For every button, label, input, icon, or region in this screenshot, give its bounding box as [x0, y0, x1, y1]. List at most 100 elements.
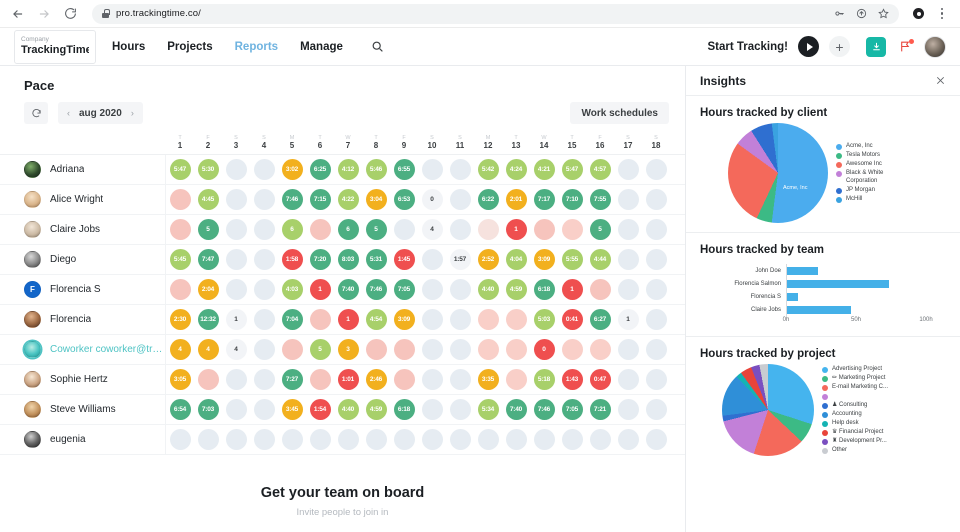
month-picker[interactable]: ‹ aug 2020 › [58, 102, 143, 124]
hours-dot[interactable] [169, 219, 191, 240]
member-name-cell[interactable]: Sophie Hertz [0, 364, 166, 395]
hours-dot[interactable]: 4:59 [365, 399, 387, 420]
hours-dot[interactable]: 5 [197, 219, 219, 240]
hours-dot[interactable]: 6:54 [169, 399, 191, 420]
work-schedules-button[interactable]: Work schedules [570, 102, 669, 124]
search-icon[interactable] [371, 40, 384, 53]
hours-dot[interactable] [589, 339, 611, 360]
hours-dot[interactable]: 7:05 [393, 279, 415, 300]
hours-dot[interactable]: 3:09 [393, 309, 415, 330]
close-icon[interactable] [935, 75, 946, 86]
hours-dot[interactable]: 7:05 [561, 399, 583, 420]
hours-dot[interactable]: 4 [169, 339, 191, 360]
member-name-cell[interactable]: F Florencia S [0, 274, 166, 305]
table-row[interactable]: Sophie Hertz 3:05 7:27 1:01 2:46 3:35 5:18 1:43… [0, 364, 685, 395]
legend-item[interactable]: ♜ Development Pr... [822, 438, 888, 446]
back-arrow-icon[interactable] [10, 6, 26, 22]
project-pie-chart[interactable] [722, 364, 814, 456]
hours-dot[interactable]: 4:45 [197, 189, 219, 210]
hours-dot[interactable]: 4:57 [589, 159, 611, 180]
nav-item-hours[interactable]: Hours [112, 41, 145, 53]
nav-item-manage[interactable]: Manage [300, 41, 343, 53]
bar-fill[interactable] [787, 292, 799, 301]
hours-dot[interactable]: 6:27 [589, 309, 611, 330]
table-row[interactable]: Florencia 2:30 12:32 1 7:04 1 4:54 3:09 5:03 0:41… [0, 304, 685, 335]
hours-dot[interactable]: 2:30 [169, 309, 191, 330]
hours-dot[interactable] [505, 369, 527, 390]
hours-dot[interactable]: 5 [589, 219, 611, 240]
nav-item-reports[interactable]: Reports [235, 41, 278, 53]
hours-dot[interactable]: 6 [281, 219, 303, 240]
hours-dot[interactable]: 4:22 [337, 189, 359, 210]
nav-item-projects[interactable]: Projects [167, 41, 212, 53]
hours-dot[interactable] [561, 339, 583, 360]
hours-dot[interactable]: 4:40 [337, 399, 359, 420]
start-timer-button[interactable] [798, 36, 819, 57]
legend-item[interactable] [822, 393, 888, 400]
hours-dot[interactable]: 5:31 [365, 249, 387, 270]
hours-dot[interactable]: 1 [505, 219, 527, 240]
hours-dot[interactable]: 1:43 [561, 369, 583, 390]
hours-dot[interactable]: 5 [309, 339, 331, 360]
hours-dot[interactable] [309, 309, 331, 330]
hours-dot[interactable]: 7:21 [589, 399, 611, 420]
hours-dot[interactable]: 5:55 [561, 249, 583, 270]
hours-dot[interactable]: 7:04 [281, 309, 303, 330]
legend-item[interactable]: ♛ Financial Project [822, 429, 888, 437]
hours-dot[interactable]: 4:04 [505, 249, 527, 270]
forward-arrow-icon[interactable] [36, 6, 52, 22]
member-name-cell[interactable]: Florencia [0, 304, 166, 335]
hours-dot[interactable] [197, 369, 219, 390]
hours-dot[interactable]: 3:45 [281, 399, 303, 420]
hours-dot[interactable]: 5:46 [365, 159, 387, 180]
hours-dot[interactable]: 5:34 [477, 399, 499, 420]
legend-item[interactable]: Help desk [822, 420, 888, 428]
hours-dot[interactable]: 6:53 [393, 189, 415, 210]
hours-dot[interactable]: 1:01 [337, 369, 359, 390]
legend-item[interactable]: Other [822, 447, 888, 455]
hours-dot[interactable]: 5:47 [561, 159, 583, 180]
hours-dot[interactable]: 4:40 [477, 279, 499, 300]
refresh-button[interactable] [24, 102, 48, 124]
member-name-cell[interactable]: Claire Jobs [0, 214, 166, 245]
hours-dot[interactable] [561, 219, 583, 240]
hours-dot[interactable]: 2:01 [505, 189, 527, 210]
hours-dot[interactable]: 1:45 [393, 249, 415, 270]
hours-dot[interactable]: 1 [225, 309, 247, 330]
hours-dot[interactable]: 0 [533, 339, 555, 360]
bar-fill[interactable] [787, 266, 818, 275]
hours-dot[interactable] [477, 219, 499, 240]
member-name-cell[interactable]: Steve Williams [0, 394, 166, 425]
share-icon[interactable] [856, 8, 867, 19]
hours-dot[interactable]: 7:46 [533, 399, 555, 420]
hours-dot[interactable]: 1:54 [309, 399, 331, 420]
hours-dot[interactable]: 7:55 [589, 189, 611, 210]
hours-dot[interactable]: 7:46 [365, 279, 387, 300]
hours-dot[interactable]: 4:54 [365, 309, 387, 330]
hours-dot[interactable] [505, 309, 527, 330]
hours-dot[interactable]: 3 [337, 339, 359, 360]
hours-dot[interactable]: 3:04 [365, 189, 387, 210]
hours-dot[interactable]: 1 [337, 309, 359, 330]
hours-dot[interactable]: 4 [197, 339, 219, 360]
hours-dot[interactable]: 3:35 [477, 369, 499, 390]
hours-dot[interactable] [477, 339, 499, 360]
bar-fill[interactable] [787, 305, 851, 314]
hours-dot[interactable]: 3:09 [533, 249, 555, 270]
hours-dot[interactable]: 0:41 [561, 309, 583, 330]
next-month-button[interactable]: › [131, 108, 134, 118]
member-name-cell[interactable]: Coworker coworker@trac... [0, 334, 166, 365]
hours-dot[interactable]: 7:47 [197, 249, 219, 270]
bar-fill[interactable] [787, 279, 889, 288]
client-pie-chart[interactable]: Acme, Inc [728, 123, 828, 223]
extension-icon[interactable] [913, 8, 924, 19]
hours-dot[interactable]: 7:10 [561, 189, 583, 210]
hours-dot[interactable]: 1 [561, 279, 583, 300]
table-row[interactable]: Coworker coworker@trac... 4 4 4 5 3 0 [0, 334, 685, 365]
hours-dot[interactable]: 5:30 [197, 159, 219, 180]
hours-dot[interactable]: 1 [617, 309, 639, 330]
hours-dot[interactable]: 0:47 [589, 369, 611, 390]
hours-dot[interactable] [309, 219, 331, 240]
hours-dot[interactable]: 7:46 [281, 189, 303, 210]
hours-dot[interactable]: 6:55 [393, 159, 415, 180]
